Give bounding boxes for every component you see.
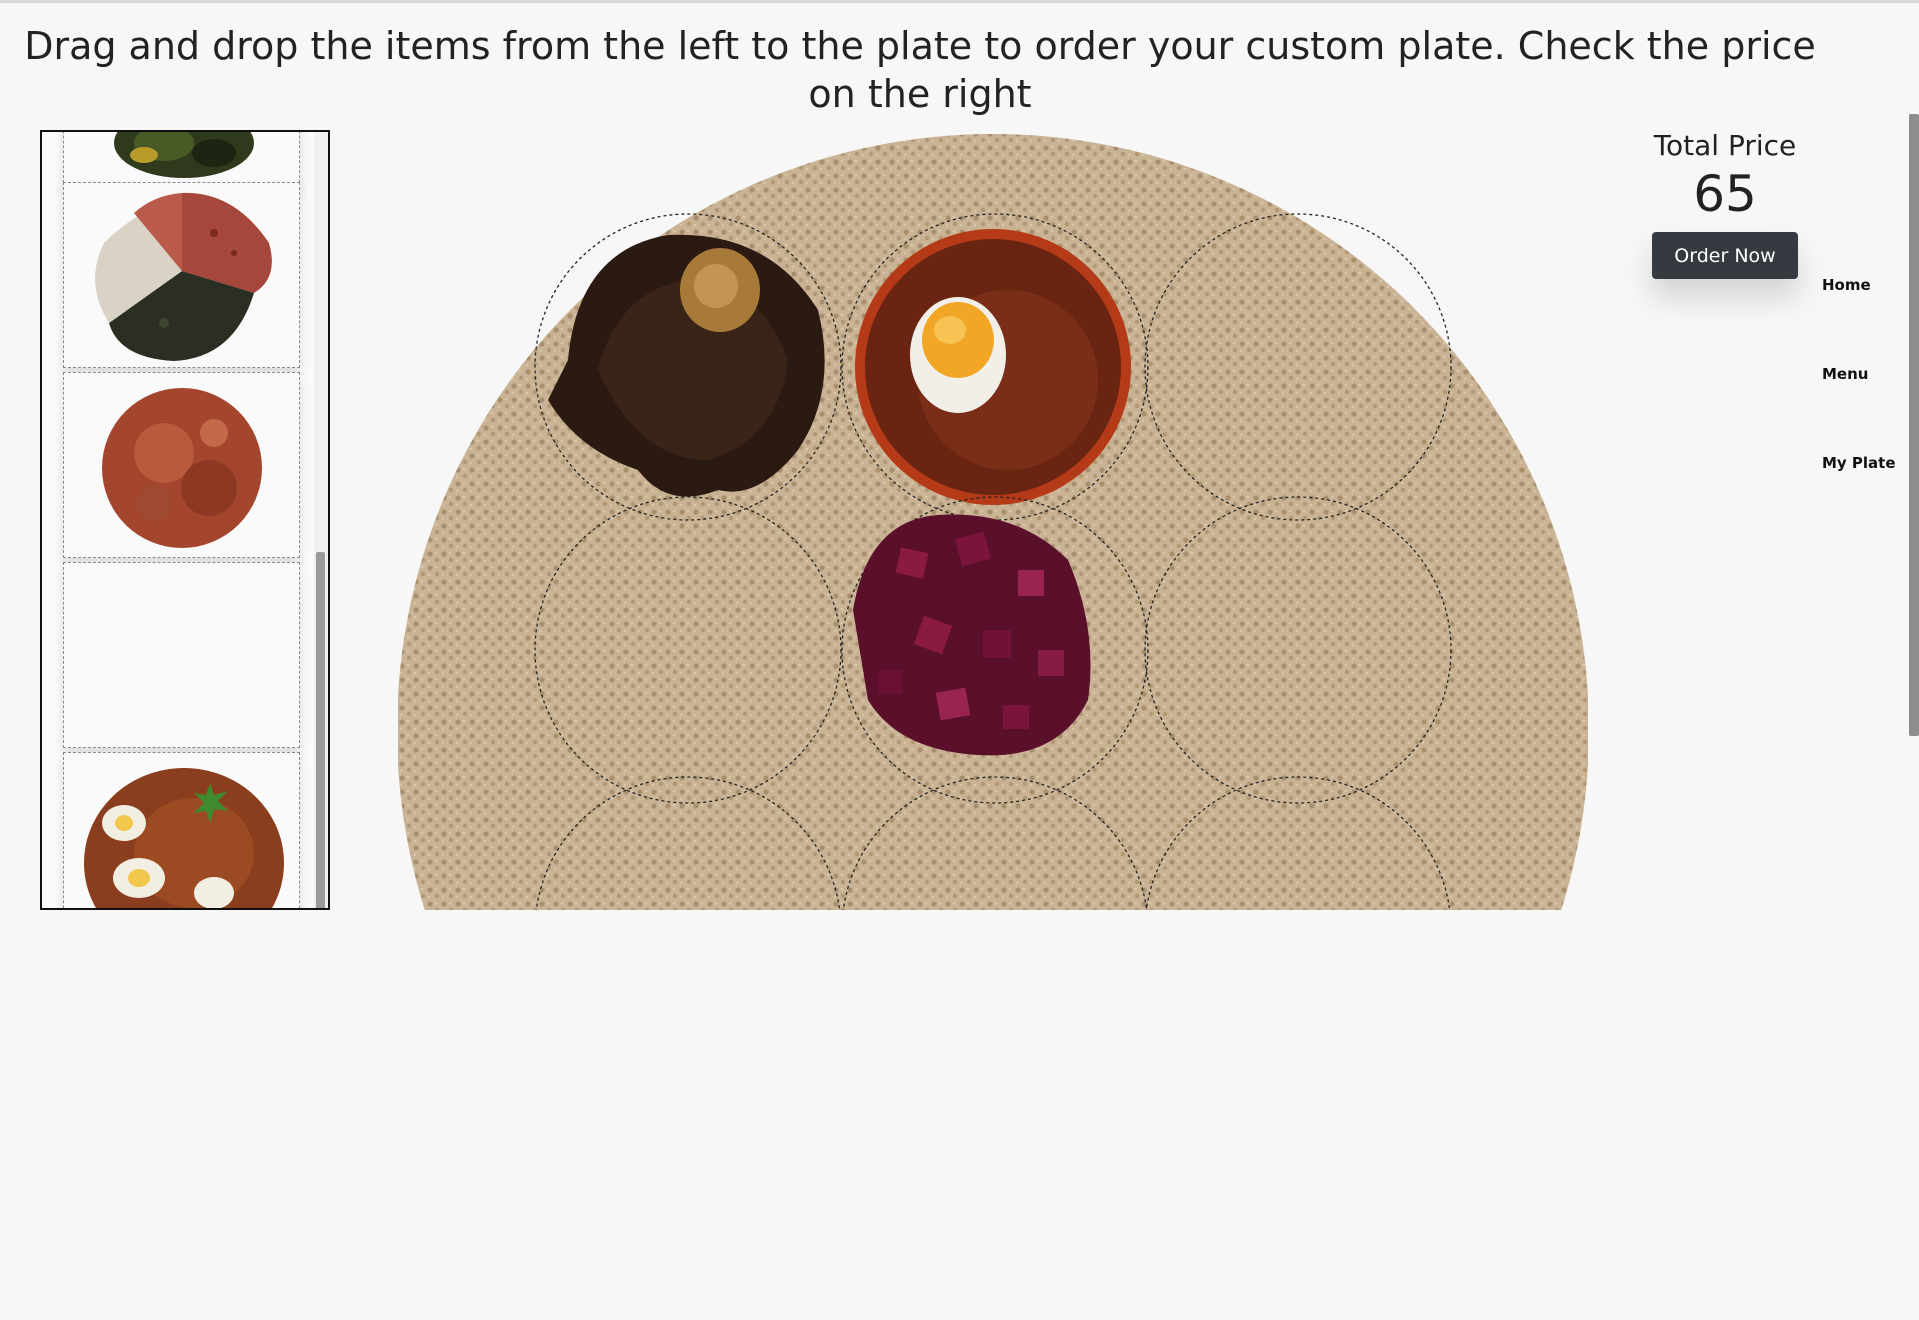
items-panel-scrollbar[interactable] (314, 132, 328, 908)
food-item-card-minced-meat[interactable] (63, 372, 300, 558)
instructions-line-2: on the right (808, 72, 1032, 116)
chicken-egg-stew-icon (84, 768, 284, 908)
food-item-card-greens[interactable] (63, 132, 300, 188)
red-stew-with-egg-icon (855, 229, 1131, 505)
food-items-panel[interactable] (40, 130, 330, 910)
price-summary: Total Price 65 Order Now (1652, 128, 1798, 279)
nav-link-my-plate[interactable]: My Plate (1822, 454, 1896, 472)
instructions-line-1: Drag and drop the items from the left to… (24, 24, 1816, 68)
minced-meat-dish-icon (102, 388, 262, 548)
nav-link-home[interactable]: Home (1822, 276, 1871, 294)
total-price-label: Total Price (1653, 129, 1797, 162)
injera-plate[interactable] (398, 130, 1588, 1320)
food-item-card-chicken-egg-stew[interactable] (63, 752, 300, 908)
beetroot-salad-icon (853, 514, 1091, 756)
total-price-value: 65 (1693, 165, 1757, 223)
greens-dish-icon (114, 132, 254, 178)
window-top-border (0, 0, 1919, 3)
order-now-button[interactable]: Order Now (1652, 232, 1798, 279)
items-panel-scroll-thumb[interactable] (316, 552, 325, 908)
plate-canvas (398, 134, 1588, 910)
mixed-combo-dish-icon (95, 192, 272, 361)
page-scrollbar-thumb[interactable] (1909, 114, 1919, 736)
nav-link-menu[interactable]: Menu (1822, 365, 1868, 383)
instructions-heading: Drag and drop the items from the left to… (20, 22, 1820, 118)
food-item-card-empty[interactable] (63, 562, 300, 748)
food-item-card-combo[interactable] (63, 182, 300, 368)
